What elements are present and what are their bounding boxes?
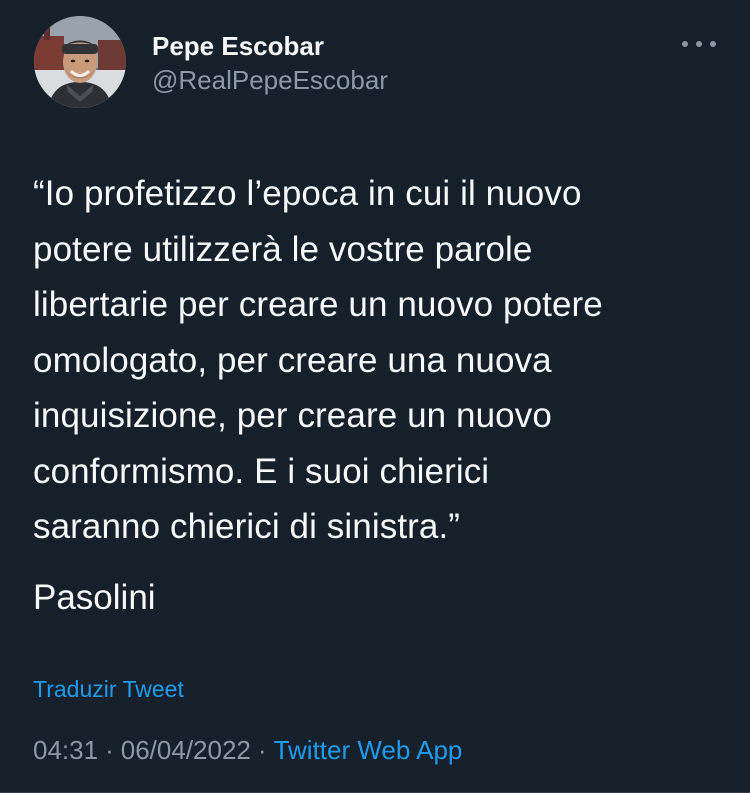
- tweet-text-line: potere utilizzerà le vostre parole: [33, 229, 533, 269]
- tweet-text-line: omologato, per creare una nuova: [33, 340, 552, 380]
- tweet-text-line: libertarie per creare un nuovo potere: [33, 285, 603, 324]
- author-info: Pepe Escobar @RealPepeEscobar: [152, 30, 388, 96]
- translate-tweet-link[interactable]: Traduzir Tweet: [33, 674, 184, 704]
- meta-separator: ·: [105, 735, 114, 765]
- handle[interactable]: @RealPepeEscobar: [152, 64, 388, 96]
- tweet-time[interactable]: 04:31: [33, 735, 98, 765]
- tweet-text: “Io profetizzo l’epoca in cui il nuovo p…: [33, 166, 723, 555]
- display-name[interactable]: Pepe Escobar: [152, 30, 388, 62]
- meta-separator: ·: [257, 735, 267, 765]
- dot: [682, 41, 688, 47]
- tweet-meta: 04:31 · 06/04/2022 · Twitter Web App: [33, 733, 462, 767]
- tweet-text-line: saranno chierici di sinistra.”: [33, 507, 461, 546]
- tweet-text-line: conformismo. E i suoi chierici: [33, 451, 490, 491]
- dot: [710, 41, 716, 47]
- profile-photo: [34, 16, 126, 108]
- tweet-attribution: Pasolini: [33, 578, 156, 617]
- tweet-source-link[interactable]: Twitter Web App: [274, 735, 463, 765]
- tweet-text-line: inquisizione, per creare un nuovo: [33, 396, 552, 435]
- avatar[interactable]: [34, 16, 126, 108]
- tweet-text-line: “Io profetizzo l’epoca in cui il nuovo: [33, 174, 582, 213]
- more-horizontal-icon[interactable]: [682, 38, 716, 50]
- tweet-date[interactable]: 06/04/2022: [121, 735, 251, 765]
- tweet-card: Pepe Escobar @RealPepeEscobar “Io profet…: [0, 0, 750, 793]
- dot: [696, 41, 702, 47]
